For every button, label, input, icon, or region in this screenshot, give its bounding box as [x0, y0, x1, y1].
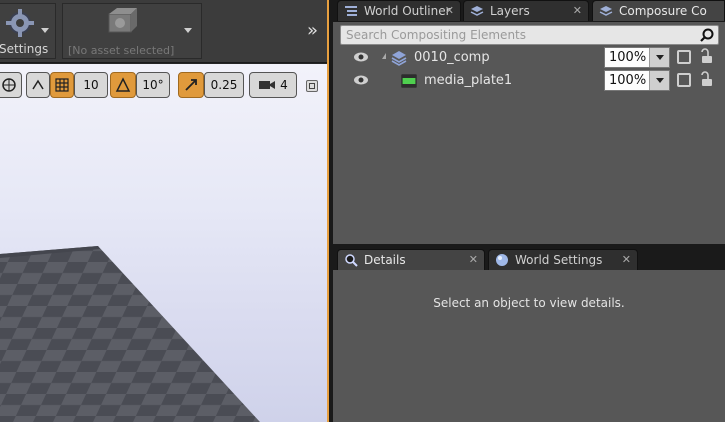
comp-element-name: media_plate1 [424, 73, 513, 88]
tab-details[interactable]: Details ✕ [337, 249, 485, 270]
opacity-dropdown[interactable]: 100% [604, 47, 670, 68]
toolbar-overflow-button[interactable]: » [307, 20, 318, 41]
comp-element-row[interactable]: 0010_comp 100% [333, 47, 725, 69]
tab-layers-label: Layers [490, 4, 530, 18]
search-placeholder: Search Compositing Elements [346, 28, 527, 42]
visibility-eye-icon[interactable] [353, 74, 369, 86]
rotation-snap-icon [115, 77, 131, 92]
top-tab-bar: World Outliner ✕ Layers ✕ Composure Co [333, 0, 725, 21]
layers-icon [470, 6, 484, 16]
composure-layers-icon [599, 6, 613, 16]
rotation-snap-value[interactable]: 10° [136, 72, 170, 98]
chevron-down-icon [656, 55, 664, 60]
details-empty-message: Select an object to view details. [433, 296, 625, 310]
scale-snap-toggle[interactable] [178, 72, 204, 98]
close-icon[interactable]: ✕ [622, 253, 631, 266]
scale-snap-value[interactable]: 0.25 [204, 72, 244, 98]
level-editor-pane: Settings [No asset selected] » 10 10° 0.… [0, 0, 329, 422]
close-icon[interactable]: ✕ [469, 253, 478, 266]
search-icon [700, 28, 714, 42]
opacity-value: 100% [609, 50, 647, 65]
settings-dropdown-icon [41, 28, 49, 33]
globe-icon [2, 78, 16, 92]
grid-icon [55, 78, 69, 92]
comp-shot-icon [391, 51, 407, 66]
surface-snap-toggle[interactable] [26, 72, 50, 98]
tab-world-outliner[interactable]: World Outliner ✕ [337, 0, 461, 21]
rotation-snap-value-text: 10° [142, 78, 164, 92]
scale-snap-value-text: 0.25 [210, 78, 238, 92]
settings-label: Settings [0, 42, 49, 56]
level-viewport[interactable] [0, 64, 329, 422]
checker-floor [0, 246, 260, 422]
details-panel: Select an object to view details. [333, 270, 725, 422]
close-icon[interactable]: ✕ [573, 4, 582, 17]
tab-world-settings-label: World Settings [515, 253, 603, 267]
grid-snap-toggle[interactable] [50, 72, 74, 98]
rotation-snap-toggle[interactable] [110, 72, 136, 98]
freeze-checkbox[interactable] [677, 50, 691, 64]
tab-composure-compositing[interactable]: Composure Co [592, 0, 725, 21]
viewport-toolbar: 10 10° 0.25 4 [0, 72, 329, 102]
grid-snap-value-text: 10 [83, 78, 99, 92]
bottom-tab-bar: Details ✕ World Settings ✕ [333, 249, 725, 270]
freeze-checkbox[interactable] [677, 73, 691, 87]
opacity-dropdown[interactable]: 100% [604, 70, 670, 91]
comp-element-row[interactable]: media_plate1 100% [333, 70, 725, 92]
camera-speed-value-text: 4 [280, 78, 288, 92]
visibility-eye-icon[interactable] [353, 51, 369, 63]
asset-selector-button[interactable]: [No asset selected] [62, 3, 202, 59]
collapse-triangle-icon[interactable] [382, 53, 386, 59]
unlock-icon[interactable] [699, 71, 713, 87]
maximize-icon [309, 83, 315, 89]
chevron-down-icon [656, 78, 664, 83]
tab-world-outliner-label: World Outliner [364, 4, 451, 18]
search-input[interactable]: Search Compositing Elements [340, 25, 719, 45]
right-panel: World Outliner ✕ Layers ✕ Composure Co S… [333, 0, 725, 422]
main-toolbar: Settings [No asset selected] » [0, 0, 329, 63]
tab-composure-label: Composure Co [619, 4, 707, 18]
tab-details-label: Details [364, 253, 406, 267]
maximize-viewport-button[interactable] [306, 80, 318, 92]
asset-icon [108, 8, 137, 33]
comp-element-name: 0010_comp [414, 50, 490, 65]
tab-layers[interactable]: Layers ✕ [463, 0, 589, 21]
surface-snap-icon [32, 79, 44, 90]
unlock-icon[interactable] [699, 48, 713, 64]
camera-speed-button[interactable]: 4 [249, 72, 297, 98]
world-outliner-icon [345, 6, 357, 16]
compositing-elements-panel: Search Compositing Elements 0010_comp 10… [333, 22, 725, 244]
camera-icon [259, 81, 276, 89]
opacity-value: 100% [609, 73, 647, 88]
asset-dropdown-icon [184, 28, 192, 33]
tab-world-settings[interactable]: World Settings ✕ [488, 249, 638, 270]
world-local-toggle[interactable] [0, 72, 22, 98]
settings-button[interactable]: Settings [0, 3, 56, 59]
grid-snap-value[interactable]: 10 [74, 72, 108, 98]
close-icon[interactable]: ✕ [445, 4, 454, 17]
opacity-dropdown-button[interactable] [649, 71, 669, 90]
opacity-dropdown-button[interactable] [649, 48, 669, 67]
media-plate-icon [401, 74, 417, 88]
gear-icon [6, 9, 34, 37]
details-magnifier-icon [345, 254, 358, 267]
asset-selector-label: [No asset selected] [68, 44, 175, 57]
world-settings-globe-icon [496, 254, 508, 266]
scale-snap-icon [185, 79, 197, 91]
